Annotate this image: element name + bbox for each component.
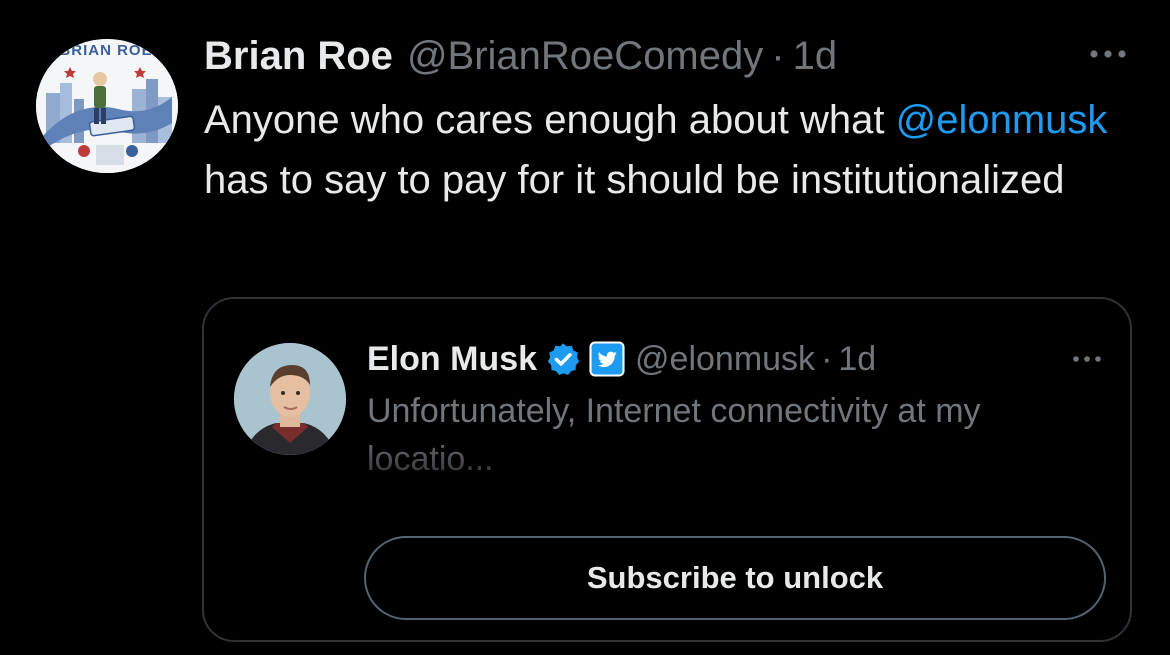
tweet-timestamp[interactable]: 1d: [793, 34, 838, 79]
quoted-author-handle[interactable]: @elonmusk: [635, 340, 815, 379]
quoted-tweet-timestamp[interactable]: 1d: [838, 340, 876, 379]
more-horizontal-icon[interactable]: [1086, 44, 1130, 64]
author-handle[interactable]: @BrianRoeComedy: [407, 34, 763, 79]
avatar-logo-text: BRIAN ROE: [59, 42, 152, 59]
subscribe-to-unlock-button[interactable]: Subscribe to unlock: [364, 536, 1106, 620]
quoted-more-horizontal-icon[interactable]: [1070, 351, 1104, 367]
quoted-author-avatar-image: [234, 343, 346, 455]
quoted-tweet-header: Elon Musk @elonmusk · 1d: [367, 337, 876, 381]
tweet: BRIAN ROE Brian Roe @BrianRoeComedy · 1d…: [0, 0, 1170, 655]
separator-dot: ·: [771, 33, 785, 78]
quoted-separator-dot: ·: [821, 339, 833, 378]
tweet-text-end: has to say to pay for it should be insti…: [204, 158, 1065, 202]
quoted-tweet-text: Unfortunately, Internet connectivity at …: [367, 392, 981, 478]
author-avatar-image: BRIAN ROE: [36, 39, 178, 173]
author-name[interactable]: Brian Roe: [204, 34, 393, 79]
verified-badge-icon[interactable]: [545, 341, 581, 377]
author-avatar[interactable]: BRIAN ROE: [36, 39, 178, 173]
quoted-author-avatar[interactable]: [234, 343, 346, 455]
tweet-text: Anyone who cares enough about what @elon…: [204, 90, 1134, 210]
quoted-tweet-card[interactable]: Elon Musk @elonmusk · 1d Unfortunately, …: [202, 297, 1132, 642]
tweet-text-start: Anyone who cares enough about what: [204, 98, 885, 142]
twitter-bird-icon[interactable]: [589, 341, 625, 377]
mention-link[interactable]: @elonmusk: [896, 98, 1108, 142]
tweet-header: Brian Roe @BrianRoeComedy · 1d: [204, 30, 837, 82]
quoted-author-name[interactable]: Elon Musk: [367, 340, 537, 379]
